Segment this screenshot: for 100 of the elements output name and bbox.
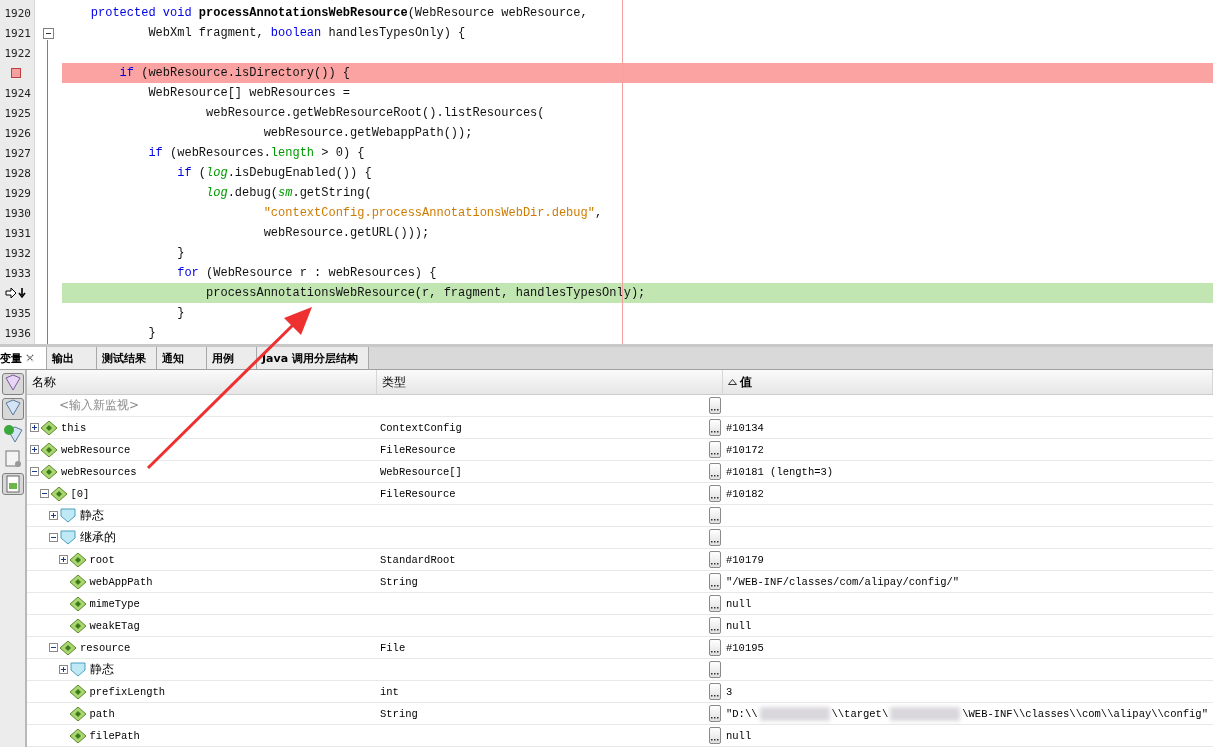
diamond-icon (41, 442, 57, 457)
edit-value-button[interactable] (709, 661, 721, 678)
value-text: #10134 (726, 421, 764, 434)
variable-row[interactable]: root StandardRoot #10179 (27, 549, 1213, 571)
new-watch-placeholder[interactable]: <输入新监视> (59, 397, 140, 414)
value-text: "/WEB-INF/classes/com/alipay/config/" (726, 575, 960, 588)
edit-value-button[interactable] (709, 419, 721, 436)
expand-icon[interactable] (30, 445, 39, 454)
variable-name: prefixLength (89, 685, 166, 698)
variable-row[interactable]: 静态 (27, 659, 1213, 681)
value-text: \WEB-INF\\classes\\com\\alipay\\config" (962, 707, 1208, 720)
collapse-icon[interactable] (30, 467, 39, 476)
column-header[interactable]: 名称 (27, 370, 377, 394)
edit-value-button[interactable] (709, 639, 721, 656)
variable-name: weakETag (89, 619, 140, 632)
shield-icon (60, 508, 76, 523)
variable-name: webAppPath (89, 575, 153, 588)
variable-row[interactable]: mimeType null (27, 593, 1213, 615)
variable-row[interactable]: resource File #10195 (27, 637, 1213, 659)
collapse-icon[interactable] (49, 533, 58, 542)
diamond-icon (69, 728, 86, 743)
line-number: 1925 (4, 106, 31, 120)
diamond-icon (50, 486, 67, 501)
variable-row[interactable]: webResource FileResource #10172 (27, 439, 1213, 461)
close-icon[interactable] (26, 354, 34, 362)
type-text: ContextConfig (380, 421, 462, 434)
variable-name: 静态 (89, 661, 114, 678)
panel-tab[interactable]: 用例 (207, 347, 257, 369)
edit-value-button[interactable] (709, 595, 721, 612)
panel-tab[interactable]: Java 调用分层结构 (257, 347, 369, 369)
edit-value-button[interactable] (709, 485, 721, 502)
edit-value-button[interactable] (709, 397, 721, 414)
variable-row[interactable]: <输入新监视> (27, 395, 1213, 417)
panel-tab[interactable]: 变量 (0, 347, 47, 369)
edit-value-button[interactable] (709, 727, 721, 744)
fold-icon[interactable] (43, 27, 54, 39)
value-text: null (726, 619, 752, 632)
collapse-icon[interactable] (49, 643, 58, 652)
type-text: int (380, 685, 399, 698)
diamond-icon (69, 596, 86, 611)
column-header[interactable]: 值 (723, 370, 1213, 394)
variable-name: 继承的 (80, 529, 116, 546)
value-text: #10181 (length=3) (726, 465, 834, 478)
variable-row[interactable]: 继承的 (27, 527, 1213, 549)
value-text: #10172 (726, 443, 764, 456)
value-text: "D:\\ (726, 707, 758, 720)
variable-name: resource (80, 641, 131, 654)
variable-row[interactable]: [0] FileResource #10182 (27, 483, 1213, 505)
variable-name: [0] (70, 487, 90, 500)
column-header[interactable]: 类型 (377, 370, 723, 394)
type-text: String (380, 707, 418, 720)
panel-tab[interactable]: 输出 (47, 347, 97, 369)
code-line: if (webResources.length > 0) { (147, 145, 366, 162)
variable-row[interactable]: this ContextConfig #10134 (27, 417, 1213, 439)
code-line: webResource.getWebResourceRoot().listResources( (205, 105, 546, 122)
edit-value-button[interactable] (709, 683, 721, 700)
sort-icon (728, 379, 737, 385)
edit-value-button[interactable] (709, 551, 721, 568)
breakpoint-icon[interactable] (10, 68, 21, 78)
line-number: 1927 (4, 146, 31, 160)
type-text: StandardRoot (380, 553, 456, 566)
variable-row[interactable]: webAppPath String "/WEB-INF/classes/com/alipay/config/" (27, 571, 1213, 593)
shield-icon (60, 530, 76, 545)
diamond-icon (41, 464, 57, 479)
edit-value-button[interactable] (709, 441, 721, 458)
edit-value-button[interactable] (709, 617, 721, 634)
expand-icon[interactable] (58, 665, 68, 674)
edit-value-button[interactable] (709, 507, 721, 524)
add-gem-icon[interactable] (2, 424, 23, 444)
variable-name: webResources (61, 465, 137, 478)
edit-value-button[interactable] (709, 529, 721, 546)
variable-row[interactable]: path String "D:\\ \\target\ \WEB-INF\\classes\\com\\alipay\\config" (27, 703, 1213, 725)
variable-row[interactable]: 静态 (27, 505, 1213, 527)
collapse-icon[interactable] (39, 489, 49, 498)
edit-value-button[interactable] (709, 463, 721, 480)
redaction-blur (890, 706, 961, 721)
variable-name: this (61, 421, 87, 434)
variable-row[interactable]: webResources WebResource[] #10181 (length=3) (27, 461, 1213, 483)
variable-row[interactable]: prefixLength int 3 (27, 681, 1213, 703)
type-text: FileResource (380, 443, 456, 456)
expand-icon[interactable] (49, 511, 58, 520)
shield-icon (69, 662, 86, 677)
edit-value-button[interactable] (709, 705, 721, 722)
code-line: WebXml fragment, boolean handlesTypesOnly) { (147, 25, 467, 42)
code-line: webResource.getURL())); (262, 225, 431, 242)
variable-name: root (89, 553, 115, 566)
expand-icon[interactable] (58, 555, 68, 564)
variable-row[interactable]: weakETag null (27, 615, 1213, 637)
panel-tab[interactable]: 通知 (157, 347, 207, 369)
type-text: WebResource[] (380, 465, 462, 478)
line-number: 1935 (4, 306, 31, 320)
expand-icon[interactable] (30, 423, 39, 432)
line-number: 1936 (4, 326, 31, 340)
edit-value-button[interactable] (709, 573, 721, 590)
line-number: 1932 (4, 246, 31, 260)
panel-tab[interactable]: 测试结果 (97, 347, 157, 369)
code-line: protected void processAnnotationsWebResource(WebResource webResource, (89, 5, 589, 22)
type-text: File (380, 641, 406, 654)
code-line: webResource.getWebappPath()); (262, 125, 474, 142)
variable-row[interactable]: filePath null (27, 725, 1213, 747)
